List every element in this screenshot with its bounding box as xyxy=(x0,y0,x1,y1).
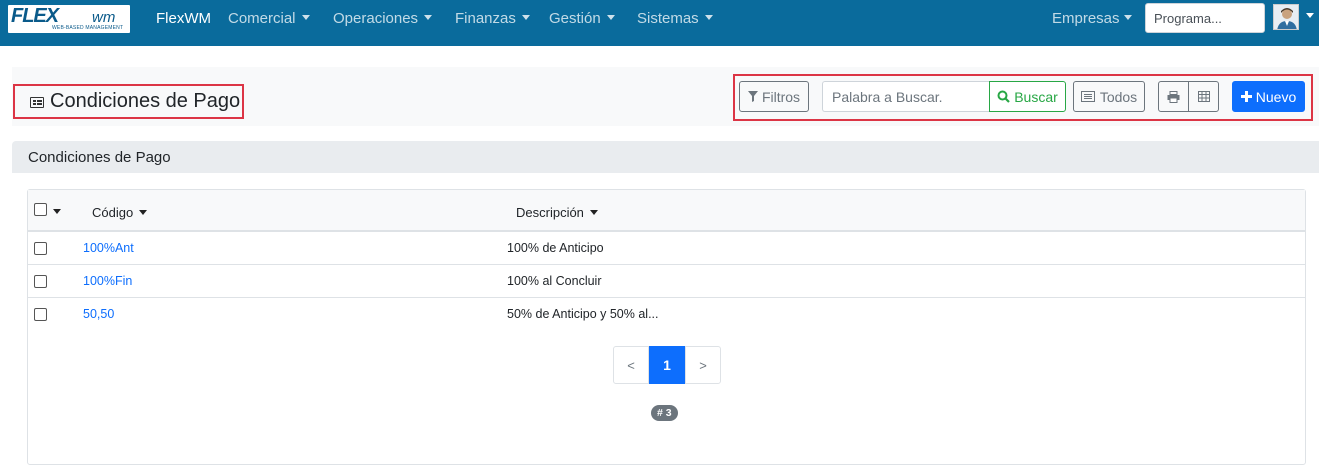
search-button-label: Buscar xyxy=(1014,88,1058,105)
logo-subtitle: WEB-BASED MANAGEMENT xyxy=(52,25,124,31)
row-checkbox[interactable] xyxy=(34,242,47,255)
column-header-descripcion-label: Descripción xyxy=(516,205,584,220)
menu-comercial[interactable]: Comercial xyxy=(228,10,310,27)
row-description: 100% al Concluir xyxy=(507,274,602,288)
menu-empresas-label: Empresas xyxy=(1052,10,1120,27)
table-header-row: Código Descripción xyxy=(28,190,1305,232)
row-code-link[interactable]: 100%Fin xyxy=(83,274,132,288)
table-row: 100%Fin 100% al Concluir xyxy=(28,265,1305,298)
chevron-down-icon xyxy=(1123,15,1132,20)
row-checkbox[interactable] xyxy=(34,275,47,288)
table-view-button[interactable] xyxy=(1188,81,1219,112)
all-button-label: Todos xyxy=(1099,88,1138,105)
sort-caret-icon xyxy=(139,210,148,215)
plus-icon xyxy=(1240,91,1252,102)
list-card-icon xyxy=(30,97,44,108)
panel-title: Condiciones de Pago xyxy=(28,149,171,166)
search-button[interactable]: Buscar xyxy=(989,81,1066,112)
menu-sistemas-label: Sistemas xyxy=(637,10,699,27)
column-header-codigo[interactable]: Código xyxy=(92,205,148,220)
chevron-down-icon xyxy=(606,15,615,20)
list-icon xyxy=(1080,91,1095,102)
next-page-button[interactable]: > xyxy=(685,346,721,384)
row-description: 50% de Anticipo y 50% al... xyxy=(507,307,659,321)
program-search-input[interactable] xyxy=(1145,3,1265,33)
avatar-chevron-down-icon[interactable] xyxy=(1306,13,1314,18)
filters-button-label: Filtros xyxy=(761,88,801,105)
column-header-codigo-label: Código xyxy=(92,205,134,220)
results-card: Código Descripción 100%Ant 100% de Antic… xyxy=(27,189,1306,465)
top-navbar: FLEX wm WEB-BASED MANAGEMENT FlexWM Come… xyxy=(0,0,1319,46)
page-title-container: Condiciones de Pago xyxy=(13,84,244,119)
page-1-button[interactable]: 1 xyxy=(649,346,685,384)
new-button-label: Nuevo xyxy=(1255,88,1297,105)
new-button[interactable]: Nuevo xyxy=(1232,81,1305,112)
sort-caret-icon xyxy=(589,210,598,215)
logo-wm: wm xyxy=(92,9,116,26)
menu-finanzas[interactable]: Finanzas xyxy=(455,10,530,27)
chevron-down-icon xyxy=(521,15,530,20)
chevron-down-icon xyxy=(424,15,433,20)
bulk-actions-caret-icon[interactable] xyxy=(53,209,61,214)
flexwm-logo[interactable]: FLEX wm WEB-BASED MANAGEMENT xyxy=(8,5,130,33)
table-row: 50,50 50% de Anticipo y 50% al... xyxy=(28,298,1305,331)
table-row: 100%Ant 100% de Anticipo xyxy=(28,232,1305,265)
all-button[interactable]: Todos xyxy=(1073,81,1145,112)
filter-icon xyxy=(747,91,758,102)
menu-empresas[interactable]: Empresas xyxy=(1052,10,1132,27)
chevron-down-icon xyxy=(704,15,713,20)
column-header-descripcion[interactable]: Descripción xyxy=(516,205,598,220)
chevron-down-icon xyxy=(301,15,310,20)
menu-comercial-label: Comercial xyxy=(228,10,296,27)
user-icon xyxy=(1274,5,1298,29)
row-checkbox[interactable] xyxy=(34,308,47,321)
row-code-link[interactable]: 50,50 xyxy=(83,307,114,321)
menu-operaciones-label: Operaciones xyxy=(333,10,419,27)
menu-sistemas[interactable]: Sistemas xyxy=(637,10,713,27)
prev-page-button[interactable]: < xyxy=(613,346,649,384)
keyword-search-input[interactable] xyxy=(822,81,990,112)
pagination: < 1 > xyxy=(613,346,721,384)
record-count-badge: # 3 xyxy=(651,405,678,421)
menu-finanzas-label: Finanzas xyxy=(455,10,516,27)
menu-gestion[interactable]: Gestión xyxy=(549,10,615,27)
print-button[interactable] xyxy=(1158,81,1189,112)
filters-button[interactable]: Filtros xyxy=(739,81,809,112)
user-avatar[interactable] xyxy=(1273,4,1299,30)
select-all-checkbox[interactable] xyxy=(34,203,47,216)
menu-operaciones[interactable]: Operaciones xyxy=(333,10,433,27)
panel-header: Condiciones de Pago xyxy=(12,141,1319,173)
row-code-link[interactable]: 100%Ant xyxy=(83,241,134,255)
print-icon xyxy=(1167,90,1180,103)
row-description: 100% de Anticipo xyxy=(507,241,604,255)
search-icon xyxy=(997,90,1010,103)
table-icon xyxy=(1197,91,1210,102)
menu-gestion-label: Gestión xyxy=(549,10,601,27)
page-title: Condiciones de Pago xyxy=(50,90,241,112)
nav-brand[interactable]: FlexWM xyxy=(156,10,211,27)
